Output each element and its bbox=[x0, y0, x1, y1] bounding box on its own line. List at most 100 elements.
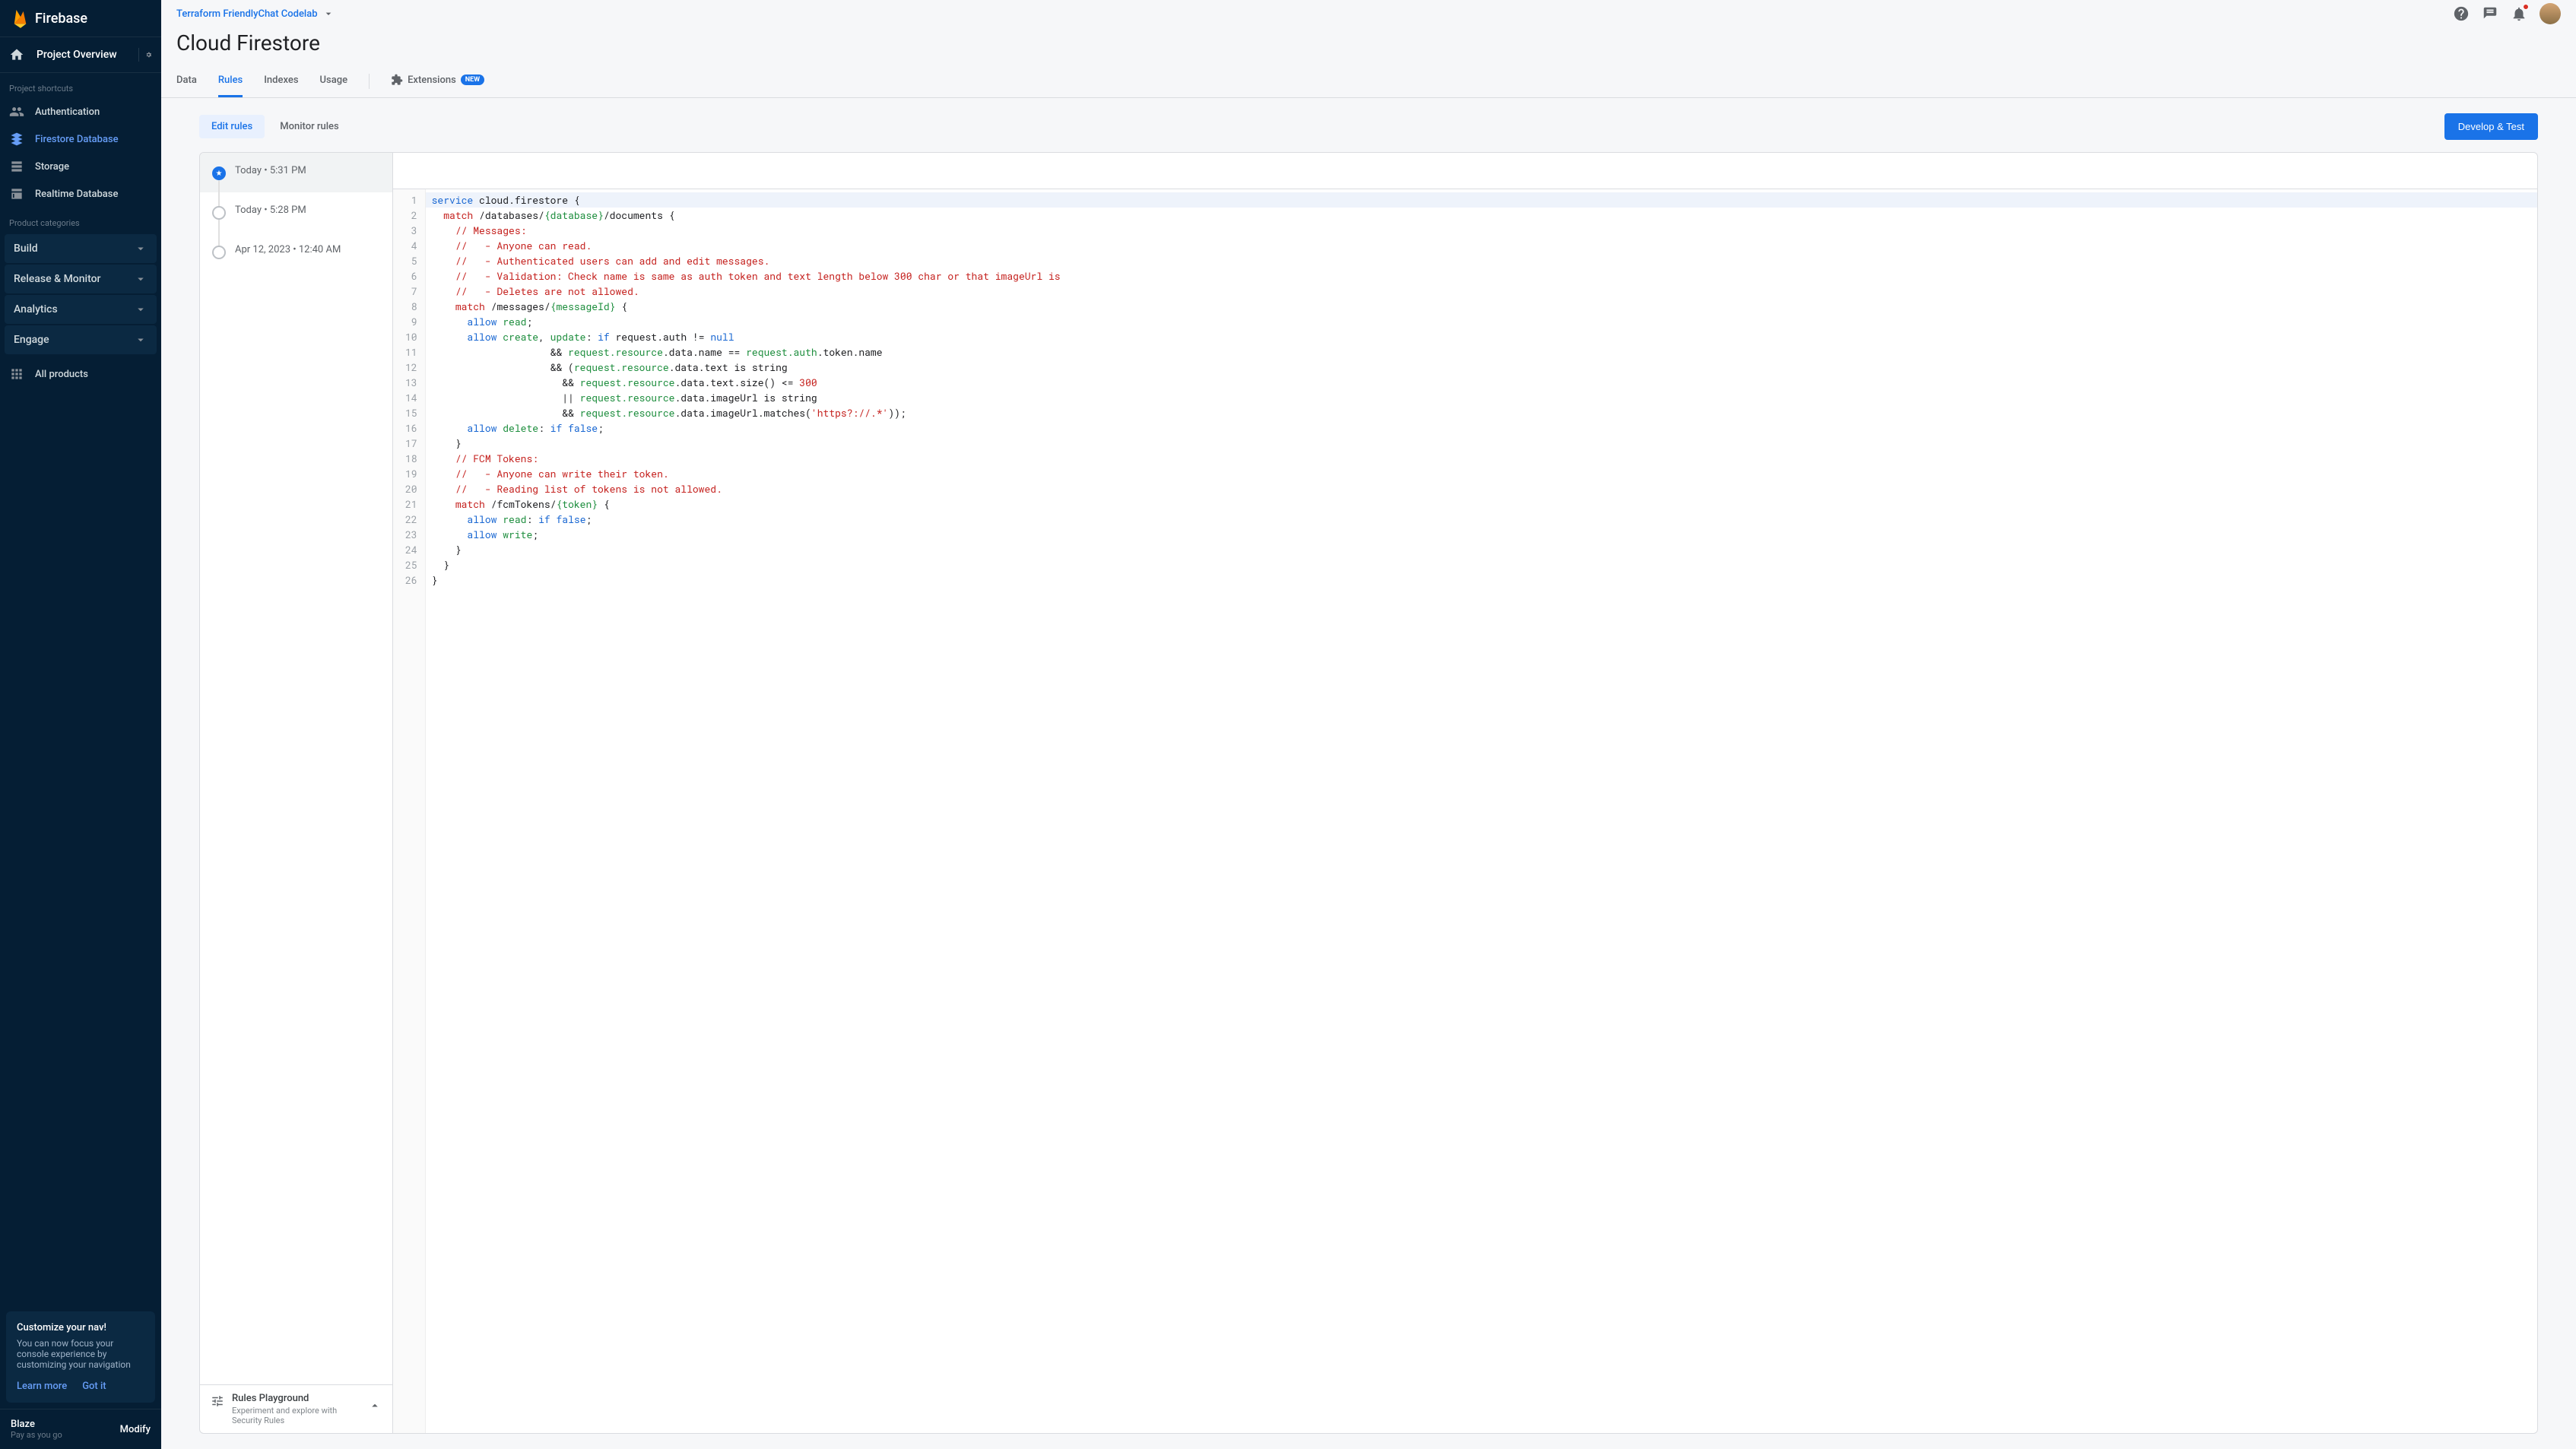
history-item[interactable]: Today • 5:28 PM bbox=[200, 192, 392, 232]
code-line: // - Anyone can write their token. bbox=[432, 466, 2531, 481]
sidebar-item-firestore-database[interactable]: Firestore Database bbox=[0, 125, 161, 153]
docs-icon[interactable] bbox=[2482, 5, 2498, 22]
card-body: You can now focus your console experienc… bbox=[17, 1338, 144, 1370]
gear-icon[interactable] bbox=[138, 48, 152, 62]
tab-data[interactable]: Data bbox=[176, 65, 197, 97]
chevron-down-icon bbox=[134, 303, 148, 316]
people-icon bbox=[9, 104, 24, 119]
code-line: && request.resource.data.imageUrl.matche… bbox=[432, 405, 2531, 420]
home-icon bbox=[9, 47, 24, 62]
gutter: 1234567891011121314151617181920212223242… bbox=[393, 189, 426, 1433]
project-overview-row[interactable]: Project Overview bbox=[0, 36, 161, 73]
plan-name: Blaze bbox=[11, 1419, 62, 1430]
tab-extensions[interactable]: Extensions NEW bbox=[391, 65, 484, 97]
code-line: allow write; bbox=[432, 527, 2531, 542]
history-marker bbox=[212, 166, 226, 180]
code-line: && request.resource.data.text.size() <= … bbox=[432, 375, 2531, 390]
code-line: || request.resource.data.imageUrl is str… bbox=[432, 390, 2531, 405]
tab-separator bbox=[369, 74, 370, 89]
rules-playground[interactable]: Rules Playground Experiment and explore … bbox=[200, 1384, 392, 1433]
project-overview-label: Project Overview bbox=[36, 49, 117, 61]
category-engage[interactable]: Engage bbox=[5, 325, 157, 354]
code-line: } bbox=[432, 542, 2531, 557]
all-products[interactable]: All products bbox=[0, 360, 161, 388]
main: Terraform FriendlyChat Codelab Cloud Fir… bbox=[161, 0, 2576, 1449]
code-line: // - Reading list of tokens is not allow… bbox=[432, 481, 2531, 496]
sidebar: Firebase Project Overview Project shortc… bbox=[0, 0, 161, 1449]
category-label: Engage bbox=[14, 334, 49, 346]
chevron-down-icon bbox=[134, 272, 148, 286]
code-line: && (request.resource.data.text is string bbox=[432, 360, 2531, 375]
category-build[interactable]: Build bbox=[5, 234, 157, 263]
tabs: Data Rules Indexes Usage Extensions NEW bbox=[161, 65, 2576, 98]
code-line: // - Anyone can read. bbox=[432, 238, 2531, 253]
editor-toolbar bbox=[393, 153, 2537, 189]
monitor-rules-tab[interactable]: Monitor rules bbox=[268, 115, 351, 138]
categories-label: Product categories bbox=[0, 208, 161, 233]
tab-rules[interactable]: Rules bbox=[218, 65, 243, 97]
code-editor: 1234567891011121314151617181920212223242… bbox=[393, 153, 2537, 1433]
rules-panel: Today • 5:31 PM Today • 5:28 PM Apr 12, 20… bbox=[199, 152, 2538, 1434]
chevron-up-icon bbox=[368, 1399, 382, 1413]
code-line: // - Authenticated users can add and edi… bbox=[432, 253, 2531, 268]
code-line: match /messages/{messageId} { bbox=[432, 299, 2531, 314]
code-line: && request.resource.data.name == request… bbox=[432, 344, 2531, 360]
history-item[interactable]: Today • 5:31 PM bbox=[200, 153, 392, 192]
grid-icon bbox=[9, 366, 24, 382]
develop-test-button[interactable]: Develop & Test bbox=[2444, 113, 2538, 140]
history-label: Today • 5:28 PM bbox=[235, 205, 306, 216]
project-selector[interactable]: Terraform FriendlyChat Codelab bbox=[176, 8, 335, 20]
history-label: Today • 5:31 PM bbox=[235, 165, 306, 176]
code-line: } bbox=[432, 572, 2531, 588]
rules-header: Edit rules Monitor rules Develop & Test bbox=[199, 113, 2538, 140]
learn-more-link[interactable]: Learn more bbox=[17, 1381, 67, 1392]
history-label: Apr 12, 2023 • 12:40 AM bbox=[235, 244, 341, 255]
sidebar-item-realtime-database[interactable]: Realtime Database bbox=[0, 180, 161, 208]
code-area[interactable]: 1234567891011121314151617181920212223242… bbox=[393, 189, 2537, 1433]
storage-icon bbox=[9, 159, 24, 174]
chevron-down-icon bbox=[134, 242, 148, 255]
history-item[interactable]: Apr 12, 2023 • 12:40 AM bbox=[200, 232, 392, 271]
code-line: service cloud.firestore { bbox=[426, 192, 2537, 208]
code[interactable]: service cloud.firestore { match /databas… bbox=[426, 189, 2537, 1433]
firestore-icon bbox=[9, 132, 24, 147]
sidebar-item-authentication[interactable]: Authentication bbox=[0, 98, 161, 125]
code-line: } bbox=[432, 557, 2531, 572]
avatar[interactable] bbox=[2540, 3, 2561, 24]
code-line: } bbox=[432, 436, 2531, 451]
modify-button[interactable]: Modify bbox=[120, 1424, 151, 1435]
got-it-link[interactable]: Got it bbox=[82, 1381, 106, 1392]
firebase-logo[interactable]: Firebase bbox=[12, 7, 87, 30]
plan-footer: Blaze Pay as you go Modify bbox=[0, 1409, 161, 1449]
page-title: Cloud Firestore bbox=[176, 30, 2561, 55]
customize-nav-card: Customize your nav! You can now focus yo… bbox=[6, 1311, 155, 1403]
code-line: // - Deletes are not allowed. bbox=[432, 284, 2531, 299]
edit-rules-tab[interactable]: Edit rules bbox=[199, 115, 265, 138]
sidebar-item-storage[interactable]: Storage bbox=[0, 153, 161, 180]
content: Edit rules Monitor rules Develop & Test … bbox=[161, 98, 2576, 1449]
badge-new: NEW bbox=[461, 75, 484, 85]
all-products-label: All products bbox=[35, 369, 88, 380]
code-line: match /databases/{database}/documents { bbox=[432, 208, 2531, 223]
help-icon[interactable] bbox=[2453, 5, 2470, 22]
project-name: Terraform FriendlyChat Codelab bbox=[176, 8, 318, 20]
nav-label: Firestore Database bbox=[35, 134, 119, 145]
category-label: Analytics bbox=[14, 303, 58, 315]
code-line: // - Validation: Check name is same as a… bbox=[432, 268, 2531, 284]
tab-usage[interactable]: Usage bbox=[320, 65, 348, 97]
plan-desc: Pay as you go bbox=[11, 1430, 62, 1440]
topbar: Terraform FriendlyChat Codelab bbox=[161, 0, 2576, 27]
tab-indexes[interactable]: Indexes bbox=[264, 65, 298, 97]
nav-label: Authentication bbox=[35, 106, 100, 118]
category-release-monitor[interactable]: Release & Monitor bbox=[5, 265, 157, 293]
brand-name: Firebase bbox=[35, 11, 87, 27]
code-line: allow read: if false; bbox=[432, 512, 2531, 527]
chevron-down-icon bbox=[322, 8, 335, 20]
category-label: Release & Monitor bbox=[14, 273, 101, 285]
database-icon bbox=[9, 186, 24, 201]
category-analytics[interactable]: Analytics bbox=[5, 295, 157, 324]
card-title: Customize your nav! bbox=[17, 1322, 144, 1333]
shortcuts-label: Project shortcuts bbox=[0, 73, 161, 98]
code-line: allow read; bbox=[432, 314, 2531, 329]
nav-label: Storage bbox=[35, 161, 69, 173]
